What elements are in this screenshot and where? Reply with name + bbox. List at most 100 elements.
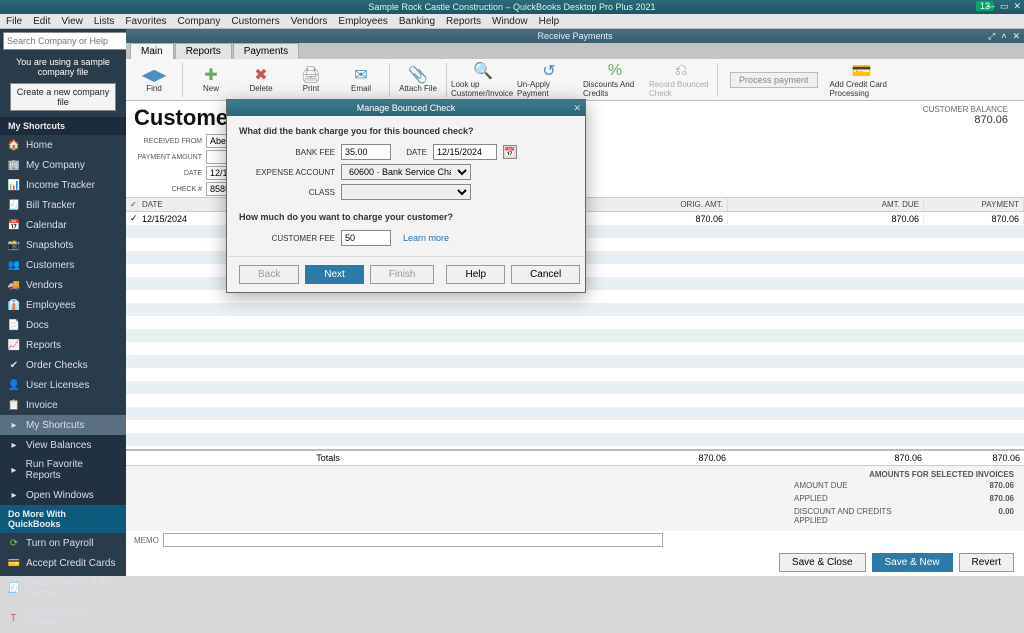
sidebar-item-docs[interactable]: 📄Docs bbox=[0, 315, 126, 335]
customer-fee-input[interactable] bbox=[341, 230, 391, 246]
menu-file[interactable]: File bbox=[6, 16, 22, 27]
domore-track-time-with-tsheets[interactable]: TTrack time with TSheets bbox=[0, 603, 126, 633]
sidebar-item-income-tracker[interactable]: 📊Income Tracker bbox=[0, 175, 126, 195]
menu-employees[interactable]: Employees bbox=[338, 16, 387, 27]
table-row[interactable] bbox=[126, 433, 1024, 446]
page-title: Customer bbox=[134, 105, 237, 131]
memo-input[interactable] bbox=[163, 533, 663, 547]
question-bank-charge: What did the bank charge you for this bo… bbox=[239, 126, 573, 136]
find-button[interactable]: ◀▶Find bbox=[130, 66, 178, 93]
menu-window[interactable]: Window bbox=[492, 16, 528, 27]
sidebar-item-employees[interactable]: 👔Employees bbox=[0, 295, 126, 315]
expense-account-label: Expense Account bbox=[239, 168, 335, 177]
menu-vendors[interactable]: Vendors bbox=[291, 16, 328, 27]
memo-label: MEMO bbox=[134, 536, 159, 545]
bounce-date-input[interactable] bbox=[433, 144, 497, 160]
sidebar-item-reports[interactable]: 📈Reports bbox=[0, 335, 126, 355]
app-title: Sample Rock Castle Construction – QuickB… bbox=[368, 2, 655, 12]
learn-more-link[interactable]: Learn more bbox=[403, 233, 449, 243]
tab-payments[interactable]: Payments bbox=[233, 43, 299, 59]
table-row[interactable] bbox=[126, 329, 1024, 342]
class-select[interactable] bbox=[341, 184, 471, 200]
menu-edit[interactable]: Edit bbox=[33, 16, 50, 27]
save-new-button[interactable]: Save & New bbox=[872, 553, 953, 572]
left-panel: ▾ 🔍 < You are using a sample company fil… bbox=[0, 29, 126, 576]
window-up-icon[interactable]: ˄ bbox=[1001, 31, 1006, 42]
sidebar-item-home[interactable]: 🏠Home bbox=[0, 135, 126, 155]
cancel-button[interactable]: Cancel bbox=[511, 265, 580, 284]
window-close-icon[interactable]: ✕ bbox=[1012, 31, 1020, 42]
revert-button[interactable]: Revert bbox=[959, 553, 1014, 572]
dialog-title: Manage Bounced Check bbox=[357, 103, 456, 113]
record-bounced-button[interactable]: ⎌Record Bounced Check bbox=[649, 62, 713, 98]
tab-reports[interactable]: Reports bbox=[175, 43, 232, 59]
table-row[interactable] bbox=[126, 342, 1024, 355]
nav-icon: 📋 bbox=[8, 399, 20, 411]
save-close-button[interactable]: Save & Close bbox=[779, 553, 866, 572]
unapply-button[interactable]: ↺Un-Apply Payment bbox=[517, 62, 581, 98]
sidebar-item-calendar[interactable]: 📅Calendar bbox=[0, 215, 126, 235]
menu-favorites[interactable]: Favorites bbox=[125, 16, 166, 27]
discounts-button[interactable]: %Discounts And Credits bbox=[583, 62, 647, 98]
back-button[interactable]: Back bbox=[239, 265, 299, 284]
table-row[interactable] bbox=[126, 303, 1024, 316]
calendar-icon[interactable]: 📅 bbox=[503, 145, 517, 159]
sample-file-message: You are using a sample company file bbox=[0, 53, 126, 81]
search-input[interactable] bbox=[3, 32, 128, 50]
close-icon[interactable]: ✕ bbox=[1013, 1, 1021, 12]
nav-icon: 🏢 bbox=[8, 159, 20, 171]
domore-accept-credit-cards[interactable]: 💳Accept Credit Cards bbox=[0, 553, 126, 573]
menu-help[interactable]: Help bbox=[539, 16, 560, 27]
date-label: Date bbox=[134, 170, 202, 177]
sidebar-item-invoice[interactable]: 📋Invoice bbox=[0, 395, 126, 415]
dialog-close-icon[interactable]: ✕ bbox=[573, 103, 581, 114]
table-row[interactable] bbox=[126, 407, 1024, 420]
minimize-icon[interactable]: — bbox=[986, 1, 995, 12]
table-row[interactable] bbox=[126, 355, 1024, 368]
sidebar-item-my-company[interactable]: 🏢My Company bbox=[0, 155, 126, 175]
tab-main[interactable]: Main bbox=[130, 43, 174, 59]
table-row[interactable] bbox=[126, 368, 1024, 381]
print-button[interactable]: 🖨Print bbox=[287, 66, 335, 93]
expense-account-select[interactable]: 60600 · Bank Service Charges bbox=[341, 164, 471, 180]
attach-button[interactable]: 📎Attach File bbox=[394, 66, 442, 93]
sidebar-item-customers[interactable]: 👥Customers bbox=[0, 255, 126, 275]
process-payment-button[interactable]: Process payment bbox=[730, 72, 818, 88]
bank-fee-input[interactable] bbox=[341, 144, 391, 160]
sidebar-item-snapshots[interactable]: 📸Snapshots bbox=[0, 235, 126, 255]
table-row[interactable] bbox=[126, 381, 1024, 394]
finish-button[interactable]: Finish bbox=[370, 265, 435, 284]
sidebar-item-user-licenses[interactable]: 👤User Licenses bbox=[0, 375, 126, 395]
help-button[interactable]: Help bbox=[446, 265, 505, 284]
sidebar-footer-run-favorite-reports[interactable]: ▸Run Favorite Reports bbox=[0, 455, 126, 485]
next-button[interactable]: Next bbox=[305, 265, 364, 284]
delete-button[interactable]: ✖Delete bbox=[237, 66, 285, 93]
table-row[interactable] bbox=[126, 316, 1024, 329]
menu-company[interactable]: Company bbox=[178, 16, 221, 27]
menu-view[interactable]: View bbox=[61, 16, 83, 27]
domore-turn-on-payroll[interactable]: ⟳Turn on Payroll bbox=[0, 533, 126, 553]
email-button[interactable]: ✉Email bbox=[337, 66, 385, 93]
shortcuts-header: My Shortcuts bbox=[0, 117, 126, 135]
menu-customers[interactable]: Customers bbox=[231, 16, 279, 27]
sidebar-footer-open-windows[interactable]: ▸Open Windows bbox=[0, 485, 126, 505]
maximize-icon[interactable]: ▭ bbox=[1000, 1, 1009, 12]
create-company-file-button[interactable]: Create a new company file bbox=[10, 83, 116, 111]
sidebar-item-order-checks[interactable]: ✔Order Checks bbox=[0, 355, 126, 375]
sidebar-footer-my-shortcuts[interactable]: ▸My Shortcuts bbox=[0, 415, 126, 435]
nav-icon: 📊 bbox=[8, 179, 20, 191]
new-button[interactable]: ✚New bbox=[187, 66, 235, 93]
menu-reports[interactable]: Reports bbox=[446, 16, 481, 27]
add-credit-card-button[interactable]: 💳Add Credit Card Processing bbox=[830, 62, 894, 98]
sidebar-item-bill-tracker[interactable]: 🧾Bill Tracker bbox=[0, 195, 126, 215]
window-expand-icon[interactable]: ⤢ bbox=[988, 31, 995, 42]
table-row[interactable] bbox=[126, 420, 1024, 433]
sidebar-footer-view-balances[interactable]: ▸View Balances bbox=[0, 435, 126, 455]
menu-lists[interactable]: Lists bbox=[94, 16, 115, 27]
sidebar-item-vendors[interactable]: 🚚Vendors bbox=[0, 275, 126, 295]
menu-banking[interactable]: Banking bbox=[399, 16, 435, 27]
domore-order-checks-&-tax-forms[interactable]: 🧾Order Checks & Tax Forms bbox=[0, 573, 126, 603]
table-row[interactable] bbox=[126, 394, 1024, 407]
lookup-button[interactable]: 🔍Look up Customer/Invoice bbox=[451, 62, 515, 98]
question-customer-charge: How much do you want to charge your cust… bbox=[239, 212, 573, 222]
